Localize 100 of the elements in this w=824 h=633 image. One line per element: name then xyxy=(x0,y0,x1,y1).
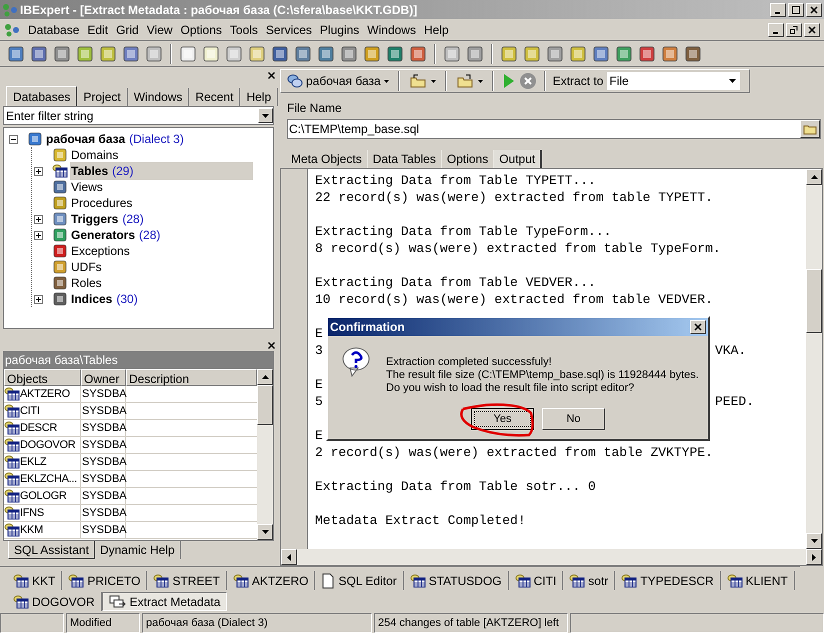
scroll-thumb[interactable] xyxy=(806,269,822,333)
document-tool-icon[interactable] xyxy=(178,44,198,64)
object-tool-icon[interactable] xyxy=(522,44,542,64)
database-tool-icon[interactable] xyxy=(121,44,141,64)
database-tool-icon[interactable] xyxy=(75,44,95,64)
object-tool-icon[interactable] xyxy=(637,44,657,64)
tree-item[interactable]: Views xyxy=(70,178,104,196)
save-icon[interactable] xyxy=(465,44,485,64)
dialog-button[interactable]: Yes xyxy=(471,408,534,430)
window-tab[interactable]: AKTZERO xyxy=(226,571,316,590)
object-tool-icon[interactable] xyxy=(568,44,588,64)
object-tool-icon[interactable] xyxy=(499,44,519,64)
scrollbar[interactable] xyxy=(257,369,273,540)
tree-item[interactable]: UDFs xyxy=(70,258,103,276)
expand-icon[interactable] xyxy=(34,214,43,224)
column-header[interactable]: Owner xyxy=(81,369,126,386)
window-tab[interactable]: Extract Metadata xyxy=(102,592,228,611)
menu-item[interactable]: Options xyxy=(176,20,226,38)
arrow-up-icon[interactable] xyxy=(262,375,268,379)
folder-icon[interactable] xyxy=(442,44,462,64)
object-tool-icon[interactable] xyxy=(660,44,680,64)
document-tool-icon[interactable] xyxy=(408,44,428,64)
tab[interactable]: Data Tables xyxy=(368,150,442,168)
object-tool-icon[interactable] xyxy=(591,44,611,64)
document-tool-icon[interactable] xyxy=(293,44,313,64)
document-tool-icon[interactable] xyxy=(224,44,244,64)
tree-item[interactable]: Triggers (28) xyxy=(70,210,145,228)
document-tool-icon[interactable] xyxy=(385,44,405,64)
expand-icon[interactable] xyxy=(34,230,43,240)
window-tab[interactable]: KKT xyxy=(7,571,62,590)
expand-icon[interactable] xyxy=(34,166,43,176)
menu-item[interactable]: Tools xyxy=(226,20,262,38)
tree-item[interactable]: Generators (28) xyxy=(70,226,162,244)
window-tab[interactable]: STREET xyxy=(147,571,227,590)
tab[interactable]: Output xyxy=(494,150,542,168)
panel-tab[interactable]: SQL Assistant xyxy=(8,541,95,559)
window-tab[interactable]: TYPEDESCR xyxy=(615,571,721,590)
collapse-icon[interactable] xyxy=(9,134,18,144)
menu-item[interactable]: Grid xyxy=(112,20,143,38)
document-tool-icon[interactable] xyxy=(339,44,359,64)
window-tab[interactable]: SQL Editor xyxy=(315,571,404,590)
arrow-down-icon[interactable] xyxy=(810,539,818,543)
window-tab[interactable]: STATUSDOG xyxy=(404,571,509,590)
object-tool-icon[interactable] xyxy=(683,44,703,64)
file-name-field[interactable]: C:\TEMP\temp_base.sql xyxy=(287,119,821,139)
database-tool-icon[interactable] xyxy=(52,44,72,64)
window-tab[interactable]: CITI xyxy=(508,571,564,590)
tree-item[interactable]: Exceptions xyxy=(70,242,131,260)
close-icon[interactable] xyxy=(268,342,275,348)
menu-item[interactable]: View xyxy=(142,20,177,38)
tree-item[interactable]: Procedures xyxy=(70,194,134,212)
document-tool-icon[interactable] xyxy=(270,44,290,64)
close-icon[interactable] xyxy=(268,72,275,78)
window-tab[interactable]: KLIENT xyxy=(720,571,795,590)
open-folder-button[interactable] xyxy=(800,120,820,138)
window-tab[interactable]: PRICETO xyxy=(62,571,148,590)
tab[interactable]: Meta Objects xyxy=(286,150,368,168)
menu-item[interactable]: Help xyxy=(420,20,453,38)
filter-combo[interactable]: Enter filter string xyxy=(3,106,274,125)
object-tool-icon[interactable] xyxy=(614,44,634,64)
minimize-icon[interactable] xyxy=(770,2,786,16)
arrow-right-icon[interactable] xyxy=(812,554,816,560)
document-tool-icon[interactable] xyxy=(201,44,221,64)
arrow-up-icon[interactable] xyxy=(810,175,818,179)
menu-item[interactable]: Windows xyxy=(363,20,420,38)
tree-item[interactable]: рабочая база (Dialect 3) xyxy=(45,130,185,148)
tree-item[interactable]: Tables (29) xyxy=(70,162,254,180)
extract-to-combo[interactable]: File xyxy=(607,72,740,90)
menu-item[interactable]: Plugins xyxy=(316,20,364,38)
database-tool-icon[interactable] xyxy=(98,44,118,64)
scroll-thumb[interactable] xyxy=(257,385,273,425)
object-tool-icon[interactable] xyxy=(545,44,565,64)
menu-item[interactable]: Database xyxy=(24,20,84,38)
arrow-down-icon[interactable] xyxy=(262,530,268,534)
document-tool-icon[interactable] xyxy=(362,44,382,64)
stop-icon[interactable] xyxy=(518,72,537,90)
database-tool-icon[interactable] xyxy=(29,44,49,64)
arrow-left-icon[interactable] xyxy=(287,554,291,560)
tree-item[interactable]: Roles xyxy=(70,274,103,292)
column-header[interactable]: Description xyxy=(126,369,257,386)
document-tool-icon[interactable] xyxy=(316,44,336,64)
horizontal-scrollbar[interactable] xyxy=(281,549,822,565)
database-dropdown[interactable]: рабочая база xyxy=(285,72,391,90)
restore-icon[interactable] xyxy=(786,22,802,36)
panel-tab[interactable]: Dynamic Help xyxy=(94,541,181,559)
dialog-button[interactable]: No xyxy=(542,408,605,430)
scrollbar[interactable] xyxy=(806,169,822,549)
document-tool-icon[interactable] xyxy=(247,44,267,64)
window-tab[interactable]: sotr xyxy=(563,571,616,590)
close-button[interactable] xyxy=(690,320,706,334)
menu-item[interactable]: Edit xyxy=(83,20,112,38)
window-tab[interactable]: DOGOVOR xyxy=(7,592,102,611)
minimize-icon[interactable] xyxy=(768,22,784,36)
database-tool-icon[interactable] xyxy=(144,44,164,64)
tree-item[interactable]: Domains xyxy=(70,146,120,164)
expand-icon[interactable] xyxy=(34,294,43,304)
tree-item[interactable]: Indices (30) xyxy=(70,290,139,308)
menu-item[interactable]: Services xyxy=(262,20,316,38)
database-tool-icon[interactable] xyxy=(6,44,26,64)
column-header[interactable]: Objects xyxy=(4,369,81,386)
